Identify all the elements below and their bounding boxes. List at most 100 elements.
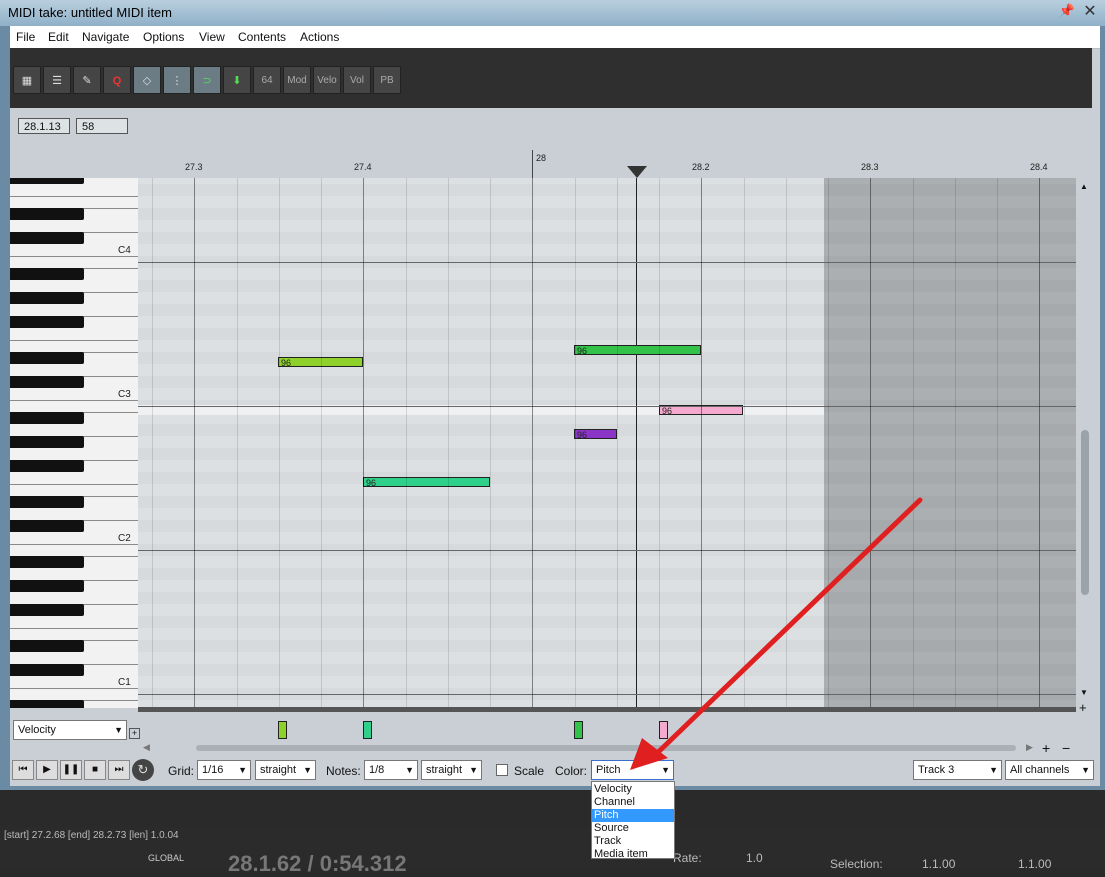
- timeline-ruler[interactable]: 27.3 27.4 28 28.2 28.3 28.4: [10, 148, 1092, 178]
- close-button[interactable]: ✕: [1080, 3, 1100, 21]
- value-field[interactable]: 58: [76, 118, 128, 134]
- scroll-down-icon[interactable]: ▼: [1080, 688, 1088, 697]
- color-palette-icon[interactable]: ✎: [73, 66, 101, 94]
- black-key[interactable]: [10, 208, 84, 220]
- color-option-channel[interactable]: Channel: [592, 796, 674, 809]
- menu-options[interactable]: Options: [143, 30, 184, 44]
- black-key[interactable]: [10, 556, 84, 568]
- color-option-pitch[interactable]: Pitch: [592, 809, 674, 822]
- zoom-out-horizontal-icon[interactable]: −: [1062, 740, 1070, 756]
- stop-button[interactable]: ■: [84, 760, 106, 780]
- pause-button[interactable]: ❚❚: [60, 760, 82, 780]
- menu-navigate[interactable]: Navigate: [82, 30, 129, 44]
- scroll-right-icon[interactable]: ▶: [1026, 742, 1033, 753]
- black-key[interactable]: [10, 640, 84, 652]
- add-lane-icon[interactable]: +: [129, 728, 140, 739]
- notes-select[interactable]: 1/8 ▼: [364, 760, 418, 780]
- play-button[interactable]: ▶: [36, 760, 58, 780]
- selection-start[interactable]: 1.1.00: [922, 857, 955, 871]
- horizontal-scroll-thumb[interactable]: [196, 745, 1016, 751]
- grid-icon[interactable]: ⋮: [163, 66, 191, 94]
- zoom-in-horizontal-icon[interactable]: +: [1042, 740, 1050, 756]
- chevron-down-icon: ▼: [405, 765, 414, 775]
- black-key[interactable]: [10, 436, 84, 448]
- midi-note[interactable]: 96: [574, 345, 701, 356]
- menu-file[interactable]: File: [16, 30, 35, 44]
- velocity-bar[interactable]: [363, 721, 372, 739]
- black-key[interactable]: [10, 580, 84, 592]
- black-key[interactable]: [10, 604, 84, 616]
- scale-checkbox[interactable]: [496, 764, 508, 776]
- note-grid[interactable]: 96 96 96 96 96: [138, 178, 1076, 708]
- vertical-scrollbar[interactable]: ▲ ▼: [1078, 178, 1092, 708]
- cc64-button[interactable]: 64: [253, 66, 281, 94]
- color-option-velocity[interactable]: Velocity: [592, 783, 674, 796]
- menu-view[interactable]: View: [199, 30, 225, 44]
- color-mode-select[interactable]: Pitch ▼: [591, 760, 674, 780]
- black-key[interactable]: [10, 520, 84, 532]
- repeat-icon[interactable]: ↻: [132, 759, 154, 781]
- notes-type-value: straight: [426, 764, 463, 776]
- piano-roll-icon[interactable]: ▦: [13, 66, 41, 94]
- menu-edit[interactable]: Edit: [48, 30, 69, 44]
- selection-end[interactable]: 1.1.00: [1018, 857, 1051, 871]
- black-key[interactable]: [10, 316, 84, 328]
- menu-actions[interactable]: Actions: [300, 30, 339, 44]
- black-key[interactable]: [10, 232, 84, 244]
- scroll-up-icon[interactable]: ▲: [1080, 182, 1088, 191]
- black-key[interactable]: [10, 376, 84, 388]
- midi-note[interactable]: 96: [363, 477, 490, 488]
- cc-lane[interactable]: [10, 712, 1092, 744]
- grid-line: [997, 178, 998, 708]
- color-option-track[interactable]: Track: [592, 835, 674, 848]
- quantize-icon[interactable]: Q: [103, 66, 131, 94]
- color-option-media-item[interactable]: Media item: [592, 848, 674, 861]
- snap-icon[interactable]: ⊃: [193, 66, 221, 94]
- track-select[interactable]: Track 3 ▼: [913, 760, 1002, 780]
- black-key[interactable]: [10, 178, 84, 184]
- channel-select[interactable]: All channels ▼: [1005, 760, 1094, 780]
- black-key[interactable]: [10, 700, 84, 708]
- notes-type-select[interactable]: straight ▼: [421, 760, 482, 780]
- velocity-button[interactable]: Velo: [313, 66, 341, 94]
- grid-line: [786, 178, 787, 708]
- black-key[interactable]: [10, 292, 84, 304]
- color-option-source[interactable]: Source: [592, 822, 674, 835]
- velocity-bar[interactable]: [659, 721, 668, 739]
- horizontal-scrollbar[interactable]: ◀ ▶: [140, 742, 1040, 754]
- scroll-left-icon[interactable]: ◀: [143, 742, 150, 753]
- black-key[interactable]: [10, 412, 84, 424]
- step-input-icon[interactable]: ⬇: [223, 66, 251, 94]
- mod-button[interactable]: Mod: [283, 66, 311, 94]
- piano-keyboard[interactable]: C4 C3 C2 C1: [10, 178, 139, 708]
- cc-lane-select[interactable]: Velocity ▼: [13, 720, 127, 740]
- title-bar[interactable]: MIDI take: untitled MIDI item 📌 ✕: [0, 0, 1105, 26]
- channel-select-value: All channels: [1010, 764, 1070, 776]
- volume-button[interactable]: Vol: [343, 66, 371, 94]
- position-field[interactable]: 28.1.13: [18, 118, 70, 134]
- grid-type-select[interactable]: straight ▼: [255, 760, 316, 780]
- grid-type-value: straight: [260, 764, 297, 776]
- grid-select[interactable]: 1/16 ▼: [197, 760, 251, 780]
- black-key[interactable]: [10, 352, 84, 364]
- go-end-button[interactable]: ⏭: [108, 760, 130, 780]
- pitchbend-button[interactable]: PB: [373, 66, 401, 94]
- velocity-bar[interactable]: [278, 721, 287, 739]
- menu-contents[interactable]: Contents: [238, 30, 286, 44]
- velocity-bar[interactable]: [574, 721, 583, 739]
- beat-line: [194, 178, 195, 708]
- midi-note[interactable]: 96: [574, 429, 617, 440]
- black-key[interactable]: [10, 664, 84, 676]
- pin-icon[interactable]: 📌: [1058, 3, 1076, 21]
- color-label: Color:: [555, 764, 588, 778]
- playhead-marker-icon[interactable]: [627, 166, 647, 178]
- named-notes-icon[interactable]: ☰: [43, 66, 71, 94]
- rate-value[interactable]: 1.0: [746, 851, 763, 865]
- go-start-button[interactable]: ⏮: [12, 760, 34, 780]
- black-key[interactable]: [10, 460, 84, 472]
- vertical-scroll-thumb[interactable]: [1081, 430, 1089, 595]
- note-mode-icon[interactable]: ◇: [133, 66, 161, 94]
- black-key[interactable]: [10, 268, 84, 280]
- black-key[interactable]: [10, 496, 84, 508]
- white-key-divider: [10, 688, 138, 689]
